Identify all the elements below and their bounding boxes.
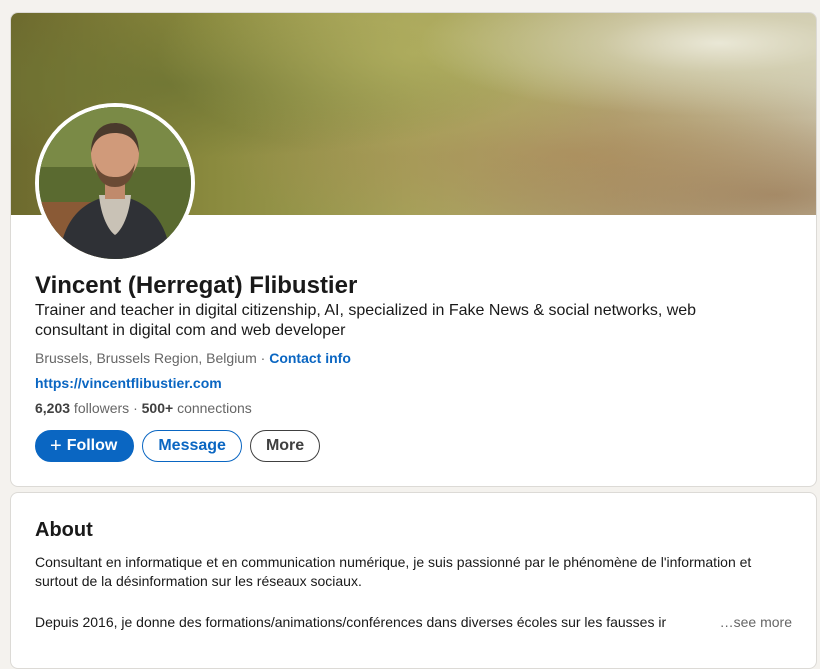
followers-count: 6,203 — [35, 400, 71, 416]
plus-icon: + — [50, 435, 62, 457]
profile-location-line: Brussels, Brussels Region, Belgium · Con… — [35, 349, 351, 367]
profile-avatar[interactable] — [35, 103, 195, 263]
message-button[interactable]: Message — [142, 430, 242, 462]
see-more-button[interactable]: …see more — [711, 613, 792, 632]
profile-name: Vincent (Herregat) Flibustier — [35, 272, 358, 299]
about-paragraph-2: Depuis 2016, je donne des formations/ani… — [35, 614, 667, 630]
profile-stats: 6,203 followers · 500+ connections — [35, 399, 252, 417]
connections-label: connections — [173, 400, 252, 416]
contact-info-link[interactable]: Contact info — [269, 350, 351, 366]
about-paragraph-1: Consultant en informatique et en communi… — [35, 554, 752, 589]
profile-headline: Trainer and teacher in digital citizensh… — [35, 302, 697, 339]
profile-location: Brussels, Brussels Region, Belgium — [35, 350, 257, 366]
followers-label: followers — [70, 400, 130, 416]
profile-actions: + Follow Message More — [35, 430, 321, 464]
follow-label: Follow — [66, 437, 118, 454]
about-card: About Consultant en informatique et en c… — [10, 492, 817, 669]
stats-separator: · — [129, 400, 142, 416]
follow-button[interactable]: + Follow — [35, 430, 135, 462]
connections-count: 500+ — [141, 400, 174, 416]
avatar-photo — [39, 107, 191, 259]
profile-card: Vincent (Herregat) Flibustier Trainer an… — [10, 12, 817, 487]
more-button[interactable]: More — [249, 430, 321, 462]
website-link[interactable]: https://vincentflibustier.com — [35, 374, 222, 392]
about-title: About — [35, 519, 93, 541]
location-separator: · — [256, 350, 270, 366]
